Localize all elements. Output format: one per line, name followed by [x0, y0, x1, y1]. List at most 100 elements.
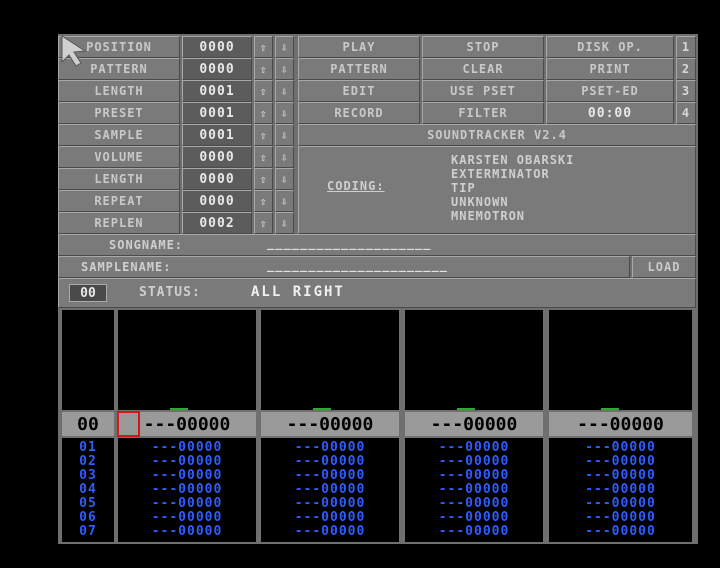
track-row[interactable]: ---00000: [405, 455, 543, 469]
edit-cursor: [117, 411, 140, 437]
repeat-up-button[interactable]: ⇧: [254, 190, 273, 212]
sample-length-label: LENGTH: [58, 168, 180, 190]
track-row[interactable]: ---00000: [549, 525, 692, 539]
track-row[interactable]: ---00000: [549, 455, 692, 469]
track-row[interactable]: ---00000: [261, 483, 399, 497]
stop-button[interactable]: STOP: [422, 36, 544, 58]
print-button[interactable]: PRINT: [546, 58, 674, 80]
track-row[interactable]: ---00000: [549, 511, 692, 525]
volume-value: 0000: [182, 146, 252, 168]
track-row[interactable]: ---00000: [261, 497, 399, 511]
row-number: 07: [79, 524, 97, 539]
length-down-button[interactable]: ⇩: [275, 80, 294, 102]
preset-value: 0001: [182, 102, 252, 124]
app-title: SOUNDTRACKER V2.4: [298, 124, 696, 146]
sample-length-up-button[interactable]: ⇧: [254, 168, 273, 190]
pset-ed-button[interactable]: PSET-ED: [546, 80, 674, 102]
samplename-input[interactable]: ______________________: [267, 258, 448, 272]
repeat-value: 0000: [182, 190, 252, 212]
play-button[interactable]: PLAY: [298, 36, 420, 58]
track-row[interactable]: ---00000: [118, 525, 256, 539]
channel-3-track[interactable]: ---00000 ---00000 ---00000 ---00000 ---0…: [405, 438, 543, 542]
track-row[interactable]: ---00000: [405, 469, 543, 483]
row-number: 06: [79, 510, 97, 525]
pattern-up-button[interactable]: ⇧: [254, 58, 273, 80]
channel-2-track[interactable]: ---00000 ---00000 ---00000 ---00000 ---0…: [261, 438, 399, 542]
songname-label: SONGNAME:: [109, 238, 184, 252]
pattern-down-button[interactable]: ⇩: [275, 58, 294, 80]
row-number: 01: [79, 440, 97, 455]
track-row[interactable]: ---00000: [261, 441, 399, 455]
replen-down-button[interactable]: ⇩: [275, 212, 294, 234]
disk-op-button[interactable]: DISK OP.: [546, 36, 674, 58]
pattern-button[interactable]: PATTERN: [298, 58, 420, 80]
sample-length-down-button[interactable]: ⇩: [275, 168, 294, 190]
track-row[interactable]: ---00000: [405, 483, 543, 497]
track-row[interactable]: ---00000: [118, 497, 256, 511]
track-row[interactable]: ---00000: [118, 441, 256, 455]
volume-label: VOLUME: [58, 146, 180, 168]
status-bar: 00 STATUS: ALL RIGHT: [58, 278, 696, 308]
replen-up-button[interactable]: ⇧: [254, 212, 273, 234]
filter-button[interactable]: FILTER: [422, 102, 544, 124]
track-row[interactable]: ---00000: [549, 469, 692, 483]
channel-4-current[interactable]: ---00000: [549, 412, 692, 436]
sample-down-button[interactable]: ⇩: [275, 124, 294, 146]
channel-4-scope: [549, 310, 692, 410]
track-row[interactable]: ---00000: [261, 511, 399, 525]
track-row[interactable]: ---00000: [549, 497, 692, 511]
clear-button[interactable]: CLEAR: [422, 58, 544, 80]
coding-label: CODING:: [327, 179, 385, 193]
channel-2-current[interactable]: ---00000: [261, 412, 399, 436]
credits-list: KARSTEN OBARSKI EXTERMINATOR TIP UNKNOWN…: [451, 153, 574, 223]
scope-level-marker: [170, 408, 188, 410]
credit-name: UNKNOWN: [451, 195, 509, 209]
channel-3-current[interactable]: ---00000: [405, 412, 543, 436]
preset-down-button[interactable]: ⇩: [275, 102, 294, 124]
channel-1-track[interactable]: ---00000 ---00000 ---00000 ---00000 ---0…: [118, 438, 256, 542]
position-value: 0000: [182, 36, 252, 58]
load-button[interactable]: LOAD: [632, 256, 696, 278]
songname-input[interactable]: ____________________: [267, 236, 432, 250]
repeat-down-button[interactable]: ⇩: [275, 190, 294, 212]
scope-level-marker: [313, 408, 331, 410]
sample-up-button[interactable]: ⇧: [254, 124, 273, 146]
track-row[interactable]: ---00000: [405, 511, 543, 525]
preset-up-button[interactable]: ⇧: [254, 102, 273, 124]
row-number: 05: [79, 496, 97, 511]
track-row[interactable]: ---00000: [261, 469, 399, 483]
menu-number-3: 3: [676, 80, 696, 102]
samplename-label: SAMPLENAME:: [81, 260, 172, 274]
channel-4-track[interactable]: ---00000 ---00000 ---00000 ---00000 ---0…: [549, 438, 692, 542]
row-number: 04: [79, 482, 97, 497]
volume-up-button[interactable]: ⇧: [254, 146, 273, 168]
status-value: ALL RIGHT: [251, 284, 345, 300]
repeat-label: REPEAT: [58, 190, 180, 212]
samplename-bar: SAMPLENAME: ______________________: [58, 256, 630, 278]
sample-label: SAMPLE: [58, 124, 180, 146]
track-row[interactable]: ---00000: [549, 483, 692, 497]
record-button[interactable]: RECORD: [298, 102, 420, 124]
track-row[interactable]: ---00000: [118, 511, 256, 525]
position-up-button[interactable]: ⇧: [254, 36, 273, 58]
edit-button[interactable]: EDIT: [298, 80, 420, 102]
menu-number-4: 4: [676, 102, 696, 124]
scope-level-marker: [601, 408, 619, 410]
track-row[interactable]: ---00000: [405, 497, 543, 511]
sample-length-value: 0000: [182, 168, 252, 190]
length-value: 0001: [182, 80, 252, 102]
track-row[interactable]: ---00000: [261, 525, 399, 539]
track-row[interactable]: ---00000: [405, 525, 543, 539]
track-row[interactable]: ---00000: [549, 441, 692, 455]
track-row[interactable]: ---00000: [261, 455, 399, 469]
track-row[interactable]: ---00000: [118, 469, 256, 483]
track-row[interactable]: ---00000: [405, 441, 543, 455]
track-row[interactable]: ---00000: [118, 455, 256, 469]
length-up-button[interactable]: ⇧: [254, 80, 273, 102]
channel-1-scope: [118, 310, 256, 410]
track-row[interactable]: ---00000: [118, 483, 256, 497]
position-down-button[interactable]: ⇩: [275, 36, 294, 58]
credit-name: MNEMOTRON: [451, 209, 526, 223]
use-pset-button[interactable]: USE PSET: [422, 80, 544, 102]
volume-down-button[interactable]: ⇩: [275, 146, 294, 168]
